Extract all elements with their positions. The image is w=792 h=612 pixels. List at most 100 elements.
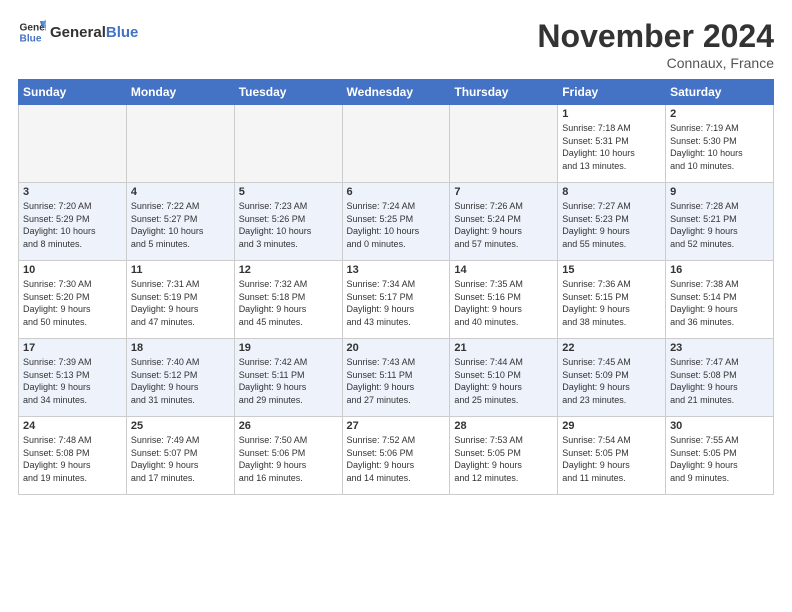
day-number: 20 [347, 342, 446, 354]
day-info: Sunrise: 7:35 AM Sunset: 5:16 PM Dayligh… [454, 278, 553, 328]
day-number: 21 [454, 342, 553, 354]
calendar-cell-2-3: 13 Sunrise: 7:34 AM Sunset: 5:17 PM Dayli… [342, 261, 450, 339]
calendar-cell-1-0: 3Sunrise: 7:20 AM Sunset: 5:29 PM Daylig… [19, 183, 127, 261]
calendar-cell-1-6: 9Sunrise: 7:28 AM Sunset: 5:21 PM Daylig… [666, 183, 774, 261]
day-number: 7 [454, 186, 553, 198]
day-number: 13 [347, 264, 446, 276]
page-header: General Blue General Blue November 2024 … [18, 18, 774, 71]
calendar-cell-3-4: 21 Sunrise: 7:44 AM Sunset: 5:10 PM Dayli… [450, 339, 558, 417]
day-number: 23 [670, 342, 769, 354]
day-info: Sunrise: 7:23 AM Sunset: 5:26 PM Dayligh… [239, 200, 338, 250]
calendar-cell-2-6: 16 Sunrise: 7:38 AM Sunset: 5:14 PM Dayli… [666, 261, 774, 339]
day-info: Sunrise: 7:32 AM Sunset: 5:18 PM Dayligh… [239, 278, 338, 328]
calendar-cell-0-3 [342, 105, 450, 183]
day-info: Sunrise: 7:18 AM Sunset: 5:31 PM Dayligh… [562, 122, 661, 172]
calendar-table: Sunday Monday Tuesday Wednesday Thursday… [18, 79, 774, 495]
week-row-1: 1 Sunrise: 7:18 AM Sunset: 5:31 PM Daylig… [19, 105, 774, 183]
day-number: 22 [562, 342, 661, 354]
day-info: Sunrise: 7:30 AM Sunset: 5:20 PM Dayligh… [23, 278, 122, 328]
day-info: Sunrise: 7:50 AM Sunset: 5:06 PM Dayligh… [239, 434, 338, 484]
day-info: Sunrise: 7:27 AM Sunset: 5:23 PM Dayligh… [562, 200, 661, 250]
calendar-cell-2-0: 10 Sunrise: 7:30 AM Sunset: 5:20 PM Dayli… [19, 261, 127, 339]
day-number: 18 [131, 342, 230, 354]
day-number: 25 [131, 420, 230, 432]
day-number: 24 [23, 420, 122, 432]
day-info: Sunrise: 7:20 AM Sunset: 5:29 PM Dayligh… [23, 200, 122, 250]
calendar-cell-2-5: 15 Sunrise: 7:36 AM Sunset: 5:15 PM Dayli… [558, 261, 666, 339]
day-number: 16 [670, 264, 769, 276]
day-info: Sunrise: 7:26 AM Sunset: 5:24 PM Dayligh… [454, 200, 553, 250]
week-row-3: 10 Sunrise: 7:30 AM Sunset: 5:20 PM Dayli… [19, 261, 774, 339]
day-info: Sunrise: 7:45 AM Sunset: 5:09 PM Dayligh… [562, 356, 661, 406]
calendar-cell-4-2: 26 Sunrise: 7:50 AM Sunset: 5:06 PM Dayli… [234, 417, 342, 495]
day-info: Sunrise: 7:47 AM Sunset: 5:08 PM Dayligh… [670, 356, 769, 406]
calendar-cell-0-2 [234, 105, 342, 183]
header-monday: Monday [126, 80, 234, 105]
day-number: 27 [347, 420, 446, 432]
week-row-4: 17Sunrise: 7:39 AM Sunset: 5:13 PM Dayli… [19, 339, 774, 417]
calendar-cell-3-5: 22 Sunrise: 7:45 AM Sunset: 5:09 PM Dayli… [558, 339, 666, 417]
calendar-cell-0-5: 1 Sunrise: 7:18 AM Sunset: 5:31 PM Daylig… [558, 105, 666, 183]
week-row-2: 3Sunrise: 7:20 AM Sunset: 5:29 PM Daylig… [19, 183, 774, 261]
calendar-cell-3-1: 18 Sunrise: 7:40 AM Sunset: 5:12 PM Dayli… [126, 339, 234, 417]
calendar-cell-1-5: 8Sunrise: 7:27 AM Sunset: 5:23 PM Daylig… [558, 183, 666, 261]
day-number: 30 [670, 420, 769, 432]
day-info: Sunrise: 7:44 AM Sunset: 5:10 PM Dayligh… [454, 356, 553, 406]
svg-text:Blue: Blue [20, 33, 42, 44]
day-info: Sunrise: 7:36 AM Sunset: 5:15 PM Dayligh… [562, 278, 661, 328]
calendar-cell-4-4: 28Sunrise: 7:53 AM Sunset: 5:05 PM Dayli… [450, 417, 558, 495]
calendar-cell-0-0 [19, 105, 127, 183]
day-info: Sunrise: 7:28 AM Sunset: 5:21 PM Dayligh… [670, 200, 769, 250]
day-number: 6 [347, 186, 446, 198]
calendar-cell-1-3: 6 Sunrise: 7:24 AM Sunset: 5:25 PM Daylig… [342, 183, 450, 261]
title-block: November 2024 Connaux, France [537, 18, 774, 71]
calendar-cell-1-4: 7 Sunrise: 7:26 AM Sunset: 5:24 PM Daylig… [450, 183, 558, 261]
header-sunday: Sunday [19, 80, 127, 105]
calendar-cell-1-1: 4 Sunrise: 7:22 AM Sunset: 5:27 PM Daylig… [126, 183, 234, 261]
day-info: Sunrise: 7:38 AM Sunset: 5:14 PM Dayligh… [670, 278, 769, 328]
day-number: 11 [131, 264, 230, 276]
logo-general-text: General [50, 24, 106, 41]
day-number: 2 [670, 108, 769, 120]
day-info: Sunrise: 7:52 AM Sunset: 5:06 PM Dayligh… [347, 434, 446, 484]
day-number: 14 [454, 264, 553, 276]
day-info: Sunrise: 7:34 AM Sunset: 5:17 PM Dayligh… [347, 278, 446, 328]
calendar-cell-3-6: 23 Sunrise: 7:47 AM Sunset: 5:08 PM Dayli… [666, 339, 774, 417]
day-number: 15 [562, 264, 661, 276]
day-info: Sunrise: 7:42 AM Sunset: 5:11 PM Dayligh… [239, 356, 338, 406]
day-info: Sunrise: 7:40 AM Sunset: 5:12 PM Dayligh… [131, 356, 230, 406]
day-info: Sunrise: 7:48 AM Sunset: 5:08 PM Dayligh… [23, 434, 122, 484]
calendar-cell-4-6: 30 Sunrise: 7:55 AM Sunset: 5:05 PM Dayli… [666, 417, 774, 495]
day-number: 26 [239, 420, 338, 432]
day-info: Sunrise: 7:53 AM Sunset: 5:05 PM Dayligh… [454, 434, 553, 484]
calendar-cell-2-1: 11Sunrise: 7:31 AM Sunset: 5:19 PM Dayli… [126, 261, 234, 339]
calendar-cell-4-5: 29Sunrise: 7:54 AM Sunset: 5:05 PM Dayli… [558, 417, 666, 495]
day-number: 10 [23, 264, 122, 276]
calendar-cell-3-2: 19Sunrise: 7:42 AM Sunset: 5:11 PM Dayli… [234, 339, 342, 417]
day-number: 4 [131, 186, 230, 198]
header-friday: Friday [558, 80, 666, 105]
day-number: 1 [562, 108, 661, 120]
calendar-cell-0-4 [450, 105, 558, 183]
week-row-5: 24 Sunrise: 7:48 AM Sunset: 5:08 PM Dayli… [19, 417, 774, 495]
day-info: Sunrise: 7:22 AM Sunset: 5:27 PM Dayligh… [131, 200, 230, 250]
calendar-cell-3-0: 17Sunrise: 7:39 AM Sunset: 5:13 PM Dayli… [19, 339, 127, 417]
day-info: Sunrise: 7:55 AM Sunset: 5:05 PM Dayligh… [670, 434, 769, 484]
calendar-cell-4-3: 27 Sunrise: 7:52 AM Sunset: 5:06 PM Dayli… [342, 417, 450, 495]
day-info: Sunrise: 7:54 AM Sunset: 5:05 PM Dayligh… [562, 434, 661, 484]
day-info: Sunrise: 7:49 AM Sunset: 5:07 PM Dayligh… [131, 434, 230, 484]
month-title: November 2024 [537, 18, 774, 55]
calendar-cell-2-4: 14 Sunrise: 7:35 AM Sunset: 5:16 PM Dayli… [450, 261, 558, 339]
logo-blue-text: Blue [106, 24, 139, 41]
calendar-cell-3-3: 20Sunrise: 7:43 AM Sunset: 5:11 PM Dayli… [342, 339, 450, 417]
calendar-cell-0-6: 2 Sunrise: 7:19 AM Sunset: 5:30 PM Daylig… [666, 105, 774, 183]
day-number: 17 [23, 342, 122, 354]
day-info: Sunrise: 7:24 AM Sunset: 5:25 PM Dayligh… [347, 200, 446, 250]
header-tuesday: Tuesday [234, 80, 342, 105]
day-info: Sunrise: 7:19 AM Sunset: 5:30 PM Dayligh… [670, 122, 769, 172]
logo: General Blue General Blue [18, 18, 138, 46]
location: Connaux, France [537, 55, 774, 71]
header-saturday: Saturday [666, 80, 774, 105]
calendar-cell-4-1: 25 Sunrise: 7:49 AM Sunset: 5:07 PM Dayli… [126, 417, 234, 495]
calendar-cell-4-0: 24 Sunrise: 7:48 AM Sunset: 5:08 PM Dayli… [19, 417, 127, 495]
